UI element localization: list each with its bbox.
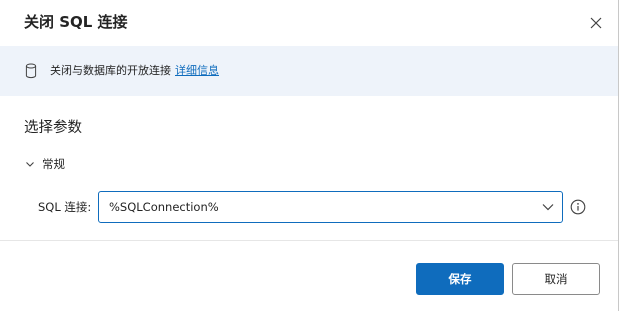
close-button[interactable] [582, 10, 610, 36]
dropdown-chevron-icon[interactable] [540, 199, 556, 215]
group-header-general[interactable]: 常规 [24, 154, 65, 174]
sql-connection-input[interactable] [109, 192, 529, 222]
banner-text: 关闭与数据库的开放连接 详细信息 [50, 62, 219, 80]
database-icon [25, 63, 37, 79]
footer-divider [0, 240, 618, 241]
cancel-button[interactable]: 取消 [512, 263, 600, 295]
close-icon [590, 17, 602, 29]
sql-connection-label: SQL 连接: [38, 200, 92, 214]
chevron-down-icon [26, 162, 34, 167]
dialog-title: 关闭 SQL 连接 [24, 13, 128, 31]
group-label: 常规 [42, 157, 65, 171]
sql-connection-field [98, 191, 563, 223]
section-title: 选择参数 [24, 120, 82, 136]
info-icon[interactable] [570, 199, 586, 215]
save-button[interactable]: 保存 [416, 263, 504, 295]
banner-description: 关闭与数据库的开放连接 [50, 64, 171, 77]
close-sql-connection-dialog: 关闭 SQL 连接 关闭与数据库的开放连接 详细信息 选择参数 常规 SQL 连接… [0, 0, 619, 311]
more-info-link[interactable]: 详细信息 [175, 64, 219, 77]
info-banner: 关闭与数据库的开放连接 详细信息 [0, 46, 618, 96]
